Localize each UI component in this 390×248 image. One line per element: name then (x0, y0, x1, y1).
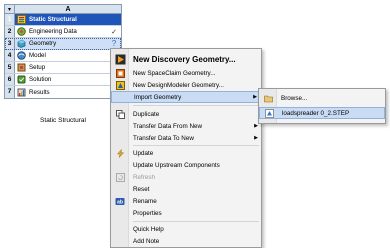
system-row-engineering-data[interactable]: 2 Engineering Data ✓ (5, 26, 121, 38)
collapse-icon[interactable]: ▾ (5, 5, 15, 13)
browse-icon (259, 92, 277, 104)
system-caption[interactable]: Static Structural (4, 117, 122, 124)
submenu-item-browse[interactable]: Browse... (259, 92, 385, 104)
discovery-icon (111, 53, 129, 65)
system-row-setup[interactable]: 5 Setup ? (5, 62, 121, 74)
row-label: Results (29, 88, 50, 96)
menu-item-new-spaceclaim-geometry[interactable]: New SpaceClaim Geometry... (111, 67, 261, 79)
row-number: 4 (5, 50, 15, 61)
row-number: 2 (5, 26, 15, 37)
menu-item-transfer-data-from-new[interactable]: Transfer Data From New ▶ (111, 120, 261, 132)
row-number: 7 (5, 86, 15, 98)
row-label: Setup (29, 64, 46, 71)
duplicate-icon (111, 108, 129, 120)
refresh-icon (111, 171, 129, 183)
menu-item-refresh[interactable]: Refresh (111, 171, 261, 183)
status-question-icon: ? (111, 39, 117, 48)
row-number: 5 (5, 62, 15, 73)
import-geometry-submenu: Browse... loadspreader 0_2.STEP (258, 88, 386, 124)
engineering-data-icon (17, 27, 26, 36)
setup-icon (17, 63, 26, 72)
row-number: 1 (5, 14, 15, 25)
system-row-static-structural[interactable]: 1 Static Structural (5, 14, 121, 26)
menu-item-new-designmodeler-geometry[interactable]: New DesignModeler Geometry... (111, 79, 261, 91)
row-number: 6 (5, 74, 15, 85)
row-label: Static Structural (29, 16, 77, 23)
spaceclaim-icon (111, 67, 129, 79)
menu-item-reset[interactable]: Reset (111, 183, 261, 195)
system-block: ▾ A 1 Static Structural 2 Engineering Da… (4, 4, 122, 99)
system-row-geometry[interactable]: 3 Geometry ? (5, 38, 121, 50)
solution-icon (17, 75, 26, 84)
menu-item-transfer-data-to-new[interactable]: Transfer Data To New ▶ (111, 132, 261, 144)
menu-item-quick-help[interactable]: Quick Help (111, 223, 261, 235)
menu-item-import-geometry[interactable]: Import Geometry ▶ (111, 91, 261, 103)
submenu-arrow-icon: ▶ (254, 135, 258, 141)
static-structural-icon (17, 15, 26, 24)
row-label: Solution (29, 76, 52, 83)
row-number: 3 (5, 38, 15, 49)
menu-item-properties[interactable]: Properties (111, 207, 261, 219)
context-menu: New Discovery Geometry... New SpaceClaim… (110, 48, 262, 248)
model-icon (17, 51, 26, 60)
status-check-icon: ✓ (111, 28, 117, 36)
results-icon (17, 88, 26, 97)
row-label: Geometry (29, 40, 57, 47)
submenu-item-step-file[interactable]: loadspreader 0_2.STEP (259, 107, 385, 119)
row-label: Model (29, 52, 46, 59)
menu-item-rename[interactable]: ab Rename (111, 195, 261, 207)
menu-item-duplicate[interactable]: Duplicate (111, 108, 261, 120)
geometry-icon (17, 39, 26, 48)
step-file-icon (260, 107, 278, 119)
column-letter: A (65, 6, 71, 13)
update-icon (111, 147, 129, 159)
system-row-model[interactable]: 4 Model ? (5, 50, 121, 62)
menu-item-update-upstream-components[interactable]: Update Upstream Components (111, 159, 261, 171)
system-row-solution[interactable]: 6 Solution ? (5, 74, 121, 86)
svg-text:ab: ab (117, 199, 123, 205)
row-label: Engineering Data (29, 28, 77, 35)
rename-icon: ab (111, 195, 129, 207)
menu-item-update[interactable]: Update (111, 147, 261, 159)
system-row-results[interactable]: 7 Results ? (5, 86, 121, 98)
designmodeler-icon (111, 79, 129, 91)
system-header: ▾ A (5, 5, 121, 14)
menu-item-new-discovery-geometry[interactable]: New Discovery Geometry... (111, 52, 261, 66)
menu-item-add-note[interactable]: Add Note (111, 235, 261, 247)
